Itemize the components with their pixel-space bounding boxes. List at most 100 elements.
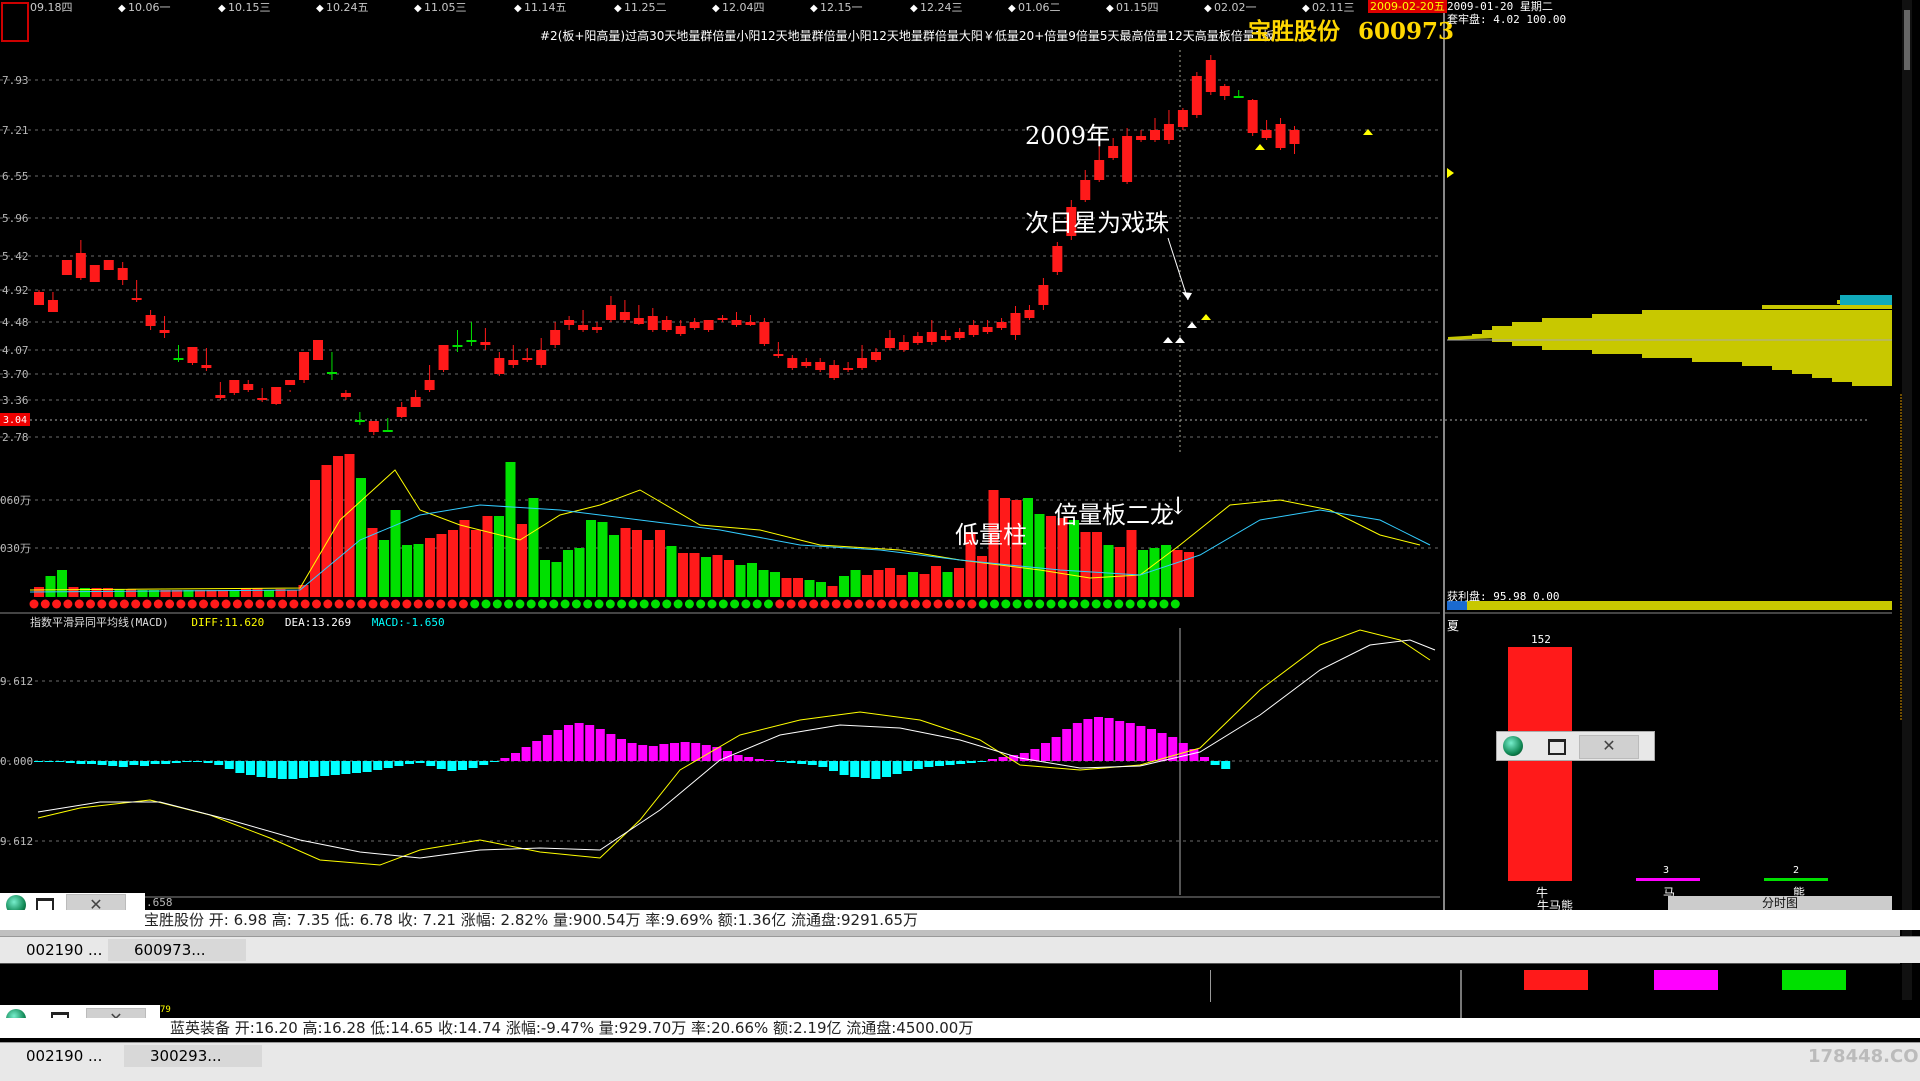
floating-window[interactable]: ✕ [1496,731,1655,761]
trend-dot [368,599,378,609]
panel-divider [1460,970,1462,1020]
macd-tick: 0.000 [0,755,33,768]
macd-bar [1104,718,1114,761]
signal-marker [1255,144,1265,150]
trend-dot [877,599,886,609]
price-candle [1038,285,1049,305]
volume-bar [57,570,67,597]
volume-bar [609,535,619,597]
volume-bar [827,586,838,597]
task-item-300293[interactable]: 300293... [124,1045,262,1067]
trend-dot [967,599,977,609]
macd-bar [659,744,669,761]
second-chart-area[interactable] [0,963,1900,1021]
volume-bar [471,530,481,597]
macd-bar [648,746,658,761]
price-candle [285,380,296,385]
trend-dot [922,599,932,609]
macd-bar [405,761,414,764]
trend-dot [1136,599,1146,609]
task-item-002190-b[interactable]: 002190 ... [0,1045,138,1067]
macd-bar [394,761,404,766]
macd-bar [670,743,679,761]
volume-tick: 030万 [0,542,31,555]
macd-bar [935,761,944,766]
volume-bar [1080,532,1091,597]
close-icon[interactable]: ✕ [1579,735,1639,759]
price-tick: 2.78 [2,431,29,444]
trend-dot [74,599,84,609]
price-candle [1010,313,1021,335]
macd-bar [150,761,160,764]
trend-dot [843,599,853,609]
price-candle [871,352,881,360]
price-tick: 7.93 [2,74,29,87]
task-item-600973[interactable]: 600973... [108,939,246,961]
volume-bar [114,589,125,597]
price-candle [717,318,728,320]
macd-bar [373,761,383,770]
volume-bar [229,590,240,597]
trend-dot [526,599,536,609]
trend-dot [153,599,163,609]
trend-dot [583,599,593,609]
trend-dot [436,599,446,609]
volume-bar [931,566,941,597]
period-box[interactable] [1,2,29,42]
tab-time-chart[interactable]: 分时图 [1668,896,1892,910]
trend-dot [334,599,344,609]
price-candle [1163,124,1174,140]
macd-value: MACD:-1.650 [371,616,445,629]
macd-bar [850,761,860,777]
price-candle [745,322,756,325]
macd-bar [966,761,976,763]
price-candle [1261,130,1272,138]
macd-bar [627,743,637,761]
volume-bar [1034,514,1045,597]
macd-bar [44,761,54,762]
trend-dot [199,599,208,609]
trend-dot [797,599,807,609]
chip-bar-top [1840,295,1892,305]
chip-bar [1512,342,1892,346]
trend-dot [266,599,276,609]
trend-dot [1114,599,1124,609]
trend-dot [933,599,943,609]
price-candle [354,420,365,422]
price-candle [564,320,575,325]
macd-bar [1019,753,1029,761]
trend-dot [119,599,129,609]
price-candle [605,305,616,320]
trend-dot [538,599,547,609]
volume-bar [1103,545,1114,597]
macd-bar [574,723,584,761]
price-candle [661,320,672,330]
price-candle [1233,96,1244,98]
trend-dot [662,599,672,609]
date-marker: ◆ [514,3,522,14]
watermark: 178448.COM [1808,1046,1920,1067]
macd-diff: DIFF:11.620 [191,616,265,629]
macd-bar [532,741,542,761]
macd-bar [76,761,86,764]
macd-bar [246,761,255,775]
chip-bar [1542,346,1892,350]
trend-dot [718,599,728,609]
price-candle [1275,124,1286,148]
trend-dot [628,599,638,609]
trend-dot [560,599,570,609]
mini-window-left-1[interactable]: ✕ [0,893,160,918]
signal-marker [1201,314,1211,320]
macd-bar [871,761,881,779]
price-candle [145,315,156,326]
trend-dot [458,599,468,609]
chip-bar [1642,354,1892,358]
macd-bar [55,761,65,762]
macd-bar [489,761,499,762]
price-candle [438,345,449,370]
macd-bar [511,753,520,761]
maximize-icon[interactable] [1548,739,1566,755]
price-candle [187,347,198,363]
macd-bar [765,760,775,761]
macd-bar [1030,749,1040,761]
